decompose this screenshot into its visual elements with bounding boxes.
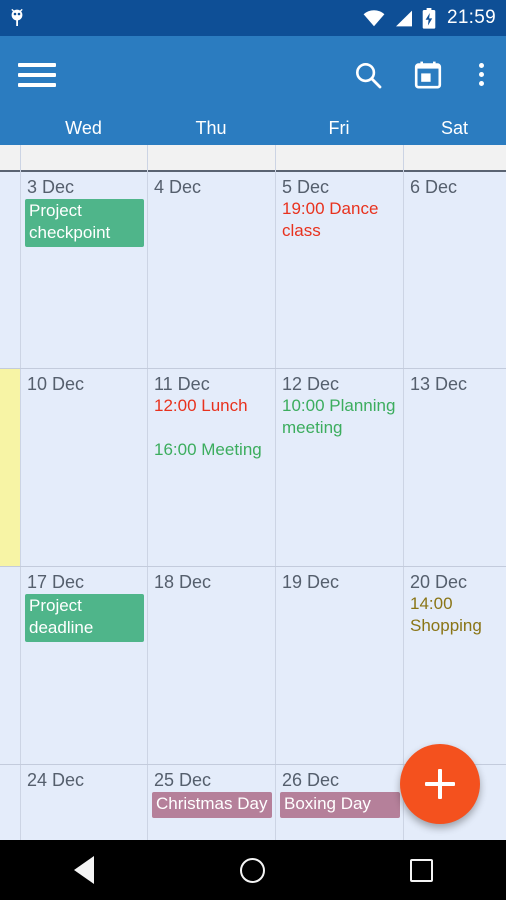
battery-charging-icon xyxy=(422,7,436,29)
nav-recents-button[interactable] xyxy=(392,846,452,894)
partial-week-row-top[interactable] xyxy=(20,145,506,170)
week-marker-column xyxy=(0,145,20,840)
day-number: 13 Dec xyxy=(410,374,468,394)
day-cell-10-dec[interactable]: 10 Dec xyxy=(21,369,147,566)
day-cell-6-dec[interactable]: 6 Dec xyxy=(404,172,506,368)
day-number: 11 Dec xyxy=(154,374,210,394)
day-number: 4 Dec xyxy=(154,177,202,197)
event-chip[interactable]: Christmas Day xyxy=(152,792,272,818)
event-text[interactable]: 10:00 Planning meeting xyxy=(280,395,400,439)
day-number: 12 Dec xyxy=(282,374,340,394)
day-number: 17 Dec xyxy=(27,572,85,592)
day-cell-11-dec[interactable]: 11 Dec 12:00 Lunch 16:00 Meeting xyxy=(148,369,275,566)
day-events: Project deadline xyxy=(21,594,147,642)
day-number: 6 Dec xyxy=(410,177,458,197)
day-number: 20 Dec xyxy=(410,572,468,592)
android-navigation-bar xyxy=(0,840,506,900)
day-cell-19-dec[interactable]: 19 Dec xyxy=(276,567,403,764)
weekday-label-sat: Sat xyxy=(440,118,469,138)
week-marker-4 xyxy=(0,764,20,840)
home-circle-icon xyxy=(240,857,266,883)
back-triangle-icon xyxy=(74,856,95,884)
day-events: Christmas Day xyxy=(148,792,275,818)
event-text[interactable]: 19:00 Dance class xyxy=(280,198,400,242)
event-chip[interactable]: Boxing Day xyxy=(280,792,400,818)
day-events: 14:00 Shopping xyxy=(404,593,506,637)
day-cell-13-dec[interactable]: 13 Dec xyxy=(404,369,506,566)
event-chip[interactable]: Project deadline xyxy=(25,594,144,642)
day-number: 3 Dec xyxy=(27,177,75,197)
day-cell-24-dec[interactable]: 24 Dec xyxy=(21,765,147,840)
day-cell-20-dec[interactable]: 20 Dec 14:00 Shopping xyxy=(404,567,506,764)
overflow-menu-icon[interactable] xyxy=(471,61,492,88)
day-number: 19 Dec xyxy=(282,572,340,592)
week-marker-1 xyxy=(0,172,20,368)
event-chip[interactable]: Project checkpoint xyxy=(25,199,144,247)
day-cell-3-dec[interactable]: 3 Dec Project checkpoint xyxy=(21,172,147,368)
day-cell-12-dec[interactable]: 12 Dec 10:00 Planning meeting xyxy=(276,369,403,566)
day-number: 18 Dec xyxy=(154,572,212,592)
recents-square-icon xyxy=(410,858,434,882)
weekday-header-strip: Wed Thu Fri Sat xyxy=(0,113,506,145)
wifi-icon xyxy=(363,9,385,27)
cellular-signal-icon xyxy=(394,10,413,27)
app-bar-actions xyxy=(351,58,492,92)
day-events: Project checkpoint xyxy=(21,199,147,247)
day-events: 10:00 Planning meeting xyxy=(276,395,403,439)
app-notification-icon xyxy=(8,8,26,28)
week-marker-0 xyxy=(0,145,20,170)
hamburger-menu-icon[interactable] xyxy=(18,56,56,94)
week-marker-3 xyxy=(0,566,20,764)
event-text[interactable]: 16:00 Meeting xyxy=(152,439,272,461)
day-number: 24 Dec xyxy=(27,770,85,790)
plus-icon xyxy=(425,769,455,799)
status-bar-system-icons: 21:59 xyxy=(363,7,496,29)
app-bar xyxy=(0,36,506,113)
week-marker-today xyxy=(0,368,20,566)
day-number: 26 Dec xyxy=(282,770,340,790)
nav-back-button[interactable] xyxy=(54,846,114,894)
day-events: Boxing Day xyxy=(276,792,403,818)
day-cell-26-dec[interactable]: 26 Dec Boxing Day xyxy=(276,765,403,840)
day-number: 25 Dec xyxy=(154,770,212,790)
day-events: 12:00 Lunch 16:00 Meeting xyxy=(148,395,275,461)
weekday-label-thu: Thu xyxy=(195,118,227,138)
event-text[interactable]: 12:00 Lunch xyxy=(152,395,272,417)
status-bar-notifications xyxy=(8,8,26,28)
weekday-label-wed: Wed xyxy=(65,118,102,138)
day-events: 19:00 Dance class xyxy=(276,198,403,242)
search-icon[interactable] xyxy=(351,58,385,92)
event-slot-empty xyxy=(152,417,272,439)
day-cell-4-dec[interactable]: 4 Dec xyxy=(148,172,275,368)
status-bar: 21:59 xyxy=(0,0,506,36)
today-calendar-icon[interactable] xyxy=(411,58,445,92)
status-bar-clock: 21:59 xyxy=(446,7,496,28)
event-text[interactable]: 14:00 Shopping xyxy=(408,593,503,637)
day-number: 10 Dec xyxy=(27,374,85,394)
day-cell-25-dec[interactable]: 25 Dec Christmas Day xyxy=(148,765,275,840)
day-cell-18-dec[interactable]: 18 Dec xyxy=(148,567,275,764)
day-cell-17-dec[interactable]: 17 Dec Project deadline xyxy=(21,567,147,764)
nav-home-button[interactable] xyxy=(223,846,283,894)
day-number: 5 Dec xyxy=(282,177,330,197)
add-event-fab[interactable] xyxy=(400,744,480,824)
calendar-month-grid[interactable]: 3 Dec Project checkpoint 4 Dec 5 Dec 19:… xyxy=(0,145,506,840)
weekday-label-fri: Fri xyxy=(328,118,350,138)
day-cell-5-dec[interactable]: 5 Dec 19:00 Dance class xyxy=(276,172,403,368)
